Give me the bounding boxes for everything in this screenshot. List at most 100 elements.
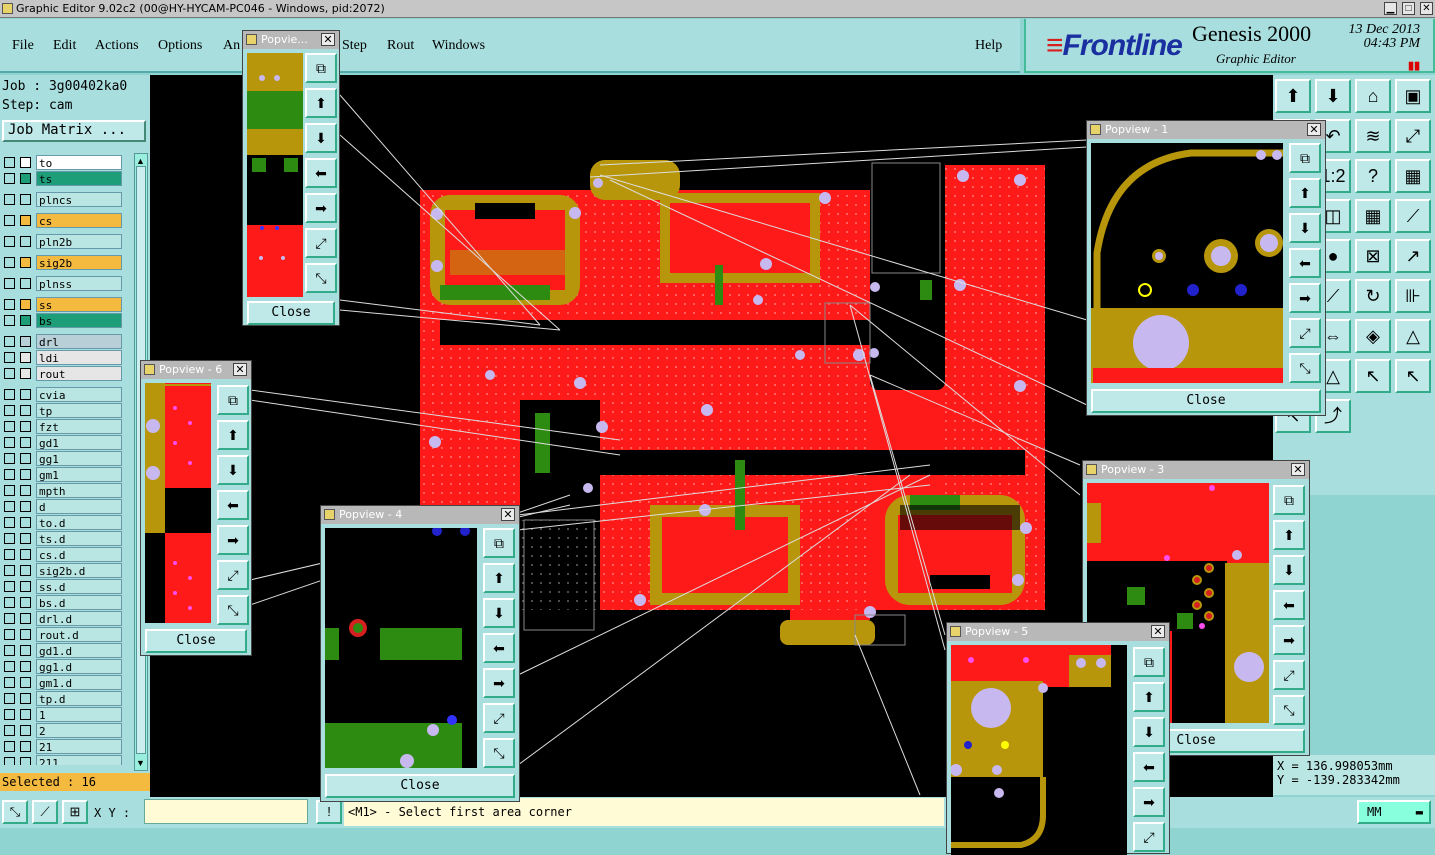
popview-zoom-out-button[interactable]: ⤡ [1273, 695, 1305, 725]
layer-board-checkbox[interactable] [4, 453, 15, 464]
popview-left-button[interactable]: ⬅ [1273, 590, 1305, 620]
menu-file[interactable]: File [12, 38, 34, 54]
units-select[interactable]: MM ▬ [1357, 800, 1431, 824]
layer-row[interactable]: cvia [2, 387, 122, 402]
popview-left-button[interactable]: ⬅ [305, 158, 337, 188]
zoom-in-icon[interactable]: ⬇ [1315, 79, 1351, 113]
layer-name[interactable]: 2 [36, 723, 122, 738]
layer-row[interactable]: rout [2, 366, 122, 381]
popview-zoom-out-button[interactable]: ⤡ [305, 263, 337, 293]
layer-name[interactable]: bs.d [36, 595, 122, 610]
popview-left-button[interactable]: ⬅ [1133, 752, 1165, 782]
popview-down-button[interactable]: ⬇ [217, 455, 249, 485]
zoom-area-icon[interactable]: ⤢ [1395, 119, 1431, 153]
popview-zoom-out-button[interactable]: ⤡ [1289, 353, 1321, 383]
popview-down-button[interactable]: ⬇ [483, 598, 515, 628]
layer-name[interactable]: pln2b [36, 234, 122, 249]
layer-name[interactable]: sig2b.d [36, 563, 122, 578]
layer-row[interactable]: gm1 [2, 467, 122, 482]
layer-row[interactable]: 2 [2, 723, 122, 738]
pointer2-icon[interactable]: ↖ [1395, 359, 1431, 393]
popview-right-button[interactable]: ➡ [305, 193, 337, 223]
popview-zoom-in-button[interactable]: ⤢ [217, 560, 249, 590]
layer-row[interactable]: fzt [2, 419, 122, 434]
layer-row[interactable]: ts [2, 171, 122, 186]
layer-name[interactable]: plncs [36, 192, 122, 207]
layer-display-checkbox[interactable] [20, 693, 31, 704]
popview-4-close-icon[interactable]: ✕ [501, 508, 515, 521]
layer-name[interactable]: gm1.d [36, 675, 122, 690]
layer-name[interactable]: ts [36, 171, 122, 186]
layer-board-checkbox[interactable] [4, 469, 15, 480]
layer-name[interactable]: mpth [36, 483, 122, 498]
layer-name[interactable]: rout [36, 366, 122, 381]
layer-row[interactable]: gm1.d [2, 675, 122, 690]
layer-row[interactable]: drl [2, 334, 122, 349]
job-matrix-button[interactable]: Job Matrix ... [2, 120, 146, 142]
pause-icon[interactable]: ▮▮ [1408, 59, 1420, 72]
layer-display-checkbox[interactable] [20, 709, 31, 720]
layer-row[interactable]: gg1 [2, 451, 122, 466]
layer-name[interactable]: gg1.d [36, 659, 122, 674]
layer-board-checkbox[interactable] [4, 549, 15, 560]
menu-windows[interactable]: Windows [432, 38, 485, 54]
layer-board-checkbox[interactable] [4, 389, 15, 400]
layer-row[interactable]: mpth [2, 483, 122, 498]
layer-name[interactable]: rout.d [36, 627, 122, 642]
popview-up-button[interactable]: ⬆ [1289, 178, 1321, 208]
layer-row[interactable]: cs.d [2, 547, 122, 562]
warning-button[interactable]: ! [316, 800, 342, 824]
layer-display-checkbox[interactable] [20, 757, 31, 765]
layer-row[interactable]: 21 [2, 739, 122, 754]
layer-name[interactable]: sig2b [36, 255, 122, 270]
layer-name[interactable]: tp.d [36, 691, 122, 706]
layer-name[interactable]: ss [36, 297, 122, 312]
layer-name[interactable]: d [36, 499, 122, 514]
layer-name[interactable]: gd1.d [36, 643, 122, 658]
close-icon[interactable]: ✕ [1420, 2, 1433, 15]
layer-row[interactable]: ss [2, 297, 122, 312]
layer-board-checkbox[interactable] [4, 215, 15, 226]
layer-name[interactable]: to.d [36, 515, 122, 530]
layer-row[interactable]: 211 [2, 755, 122, 765]
layer-row[interactable]: to [2, 155, 122, 170]
layer-board-checkbox[interactable] [4, 725, 15, 736]
layer-name[interactable]: gg1 [36, 451, 122, 466]
layer-name[interactable]: bs [36, 313, 122, 328]
layer-name[interactable]: fzt [36, 419, 122, 434]
popview-zoom-in-button[interactable]: ⤢ [305, 228, 337, 258]
layer-board-checkbox[interactable] [4, 757, 15, 765]
arc-icon[interactable]: ↻ [1355, 279, 1391, 313]
split-icon[interactable]: ⊪ [1395, 279, 1431, 313]
popview-copy-button[interactable]: ⧉ [483, 528, 515, 558]
menu-edit[interactable]: Edit [53, 38, 76, 54]
layer-board-checkbox[interactable] [4, 597, 15, 608]
popview-copy-button[interactable]: ⧉ [305, 53, 337, 83]
fit-icon[interactable]: ▣ [1395, 79, 1431, 113]
popview-right-button[interactable]: ➡ [1273, 625, 1305, 655]
layer-row[interactable]: cs [2, 213, 122, 228]
popview-up-button[interactable]: ⬆ [305, 88, 337, 118]
layer-row[interactable]: gg1.d [2, 659, 122, 674]
layer-display-checkbox[interactable] [20, 437, 31, 448]
popview-copy-button[interactable]: ⧉ [1273, 485, 1305, 515]
layer-row[interactable]: bs [2, 313, 122, 328]
layer-board-checkbox[interactable] [4, 565, 15, 576]
pattern-icon[interactable]: ▦ [1355, 199, 1391, 233]
layer-display-checkbox[interactable] [20, 194, 31, 205]
layer-row[interactable]: rout.d [2, 627, 122, 642]
menu-options[interactable]: Options [158, 38, 202, 54]
layer-display-checkbox[interactable] [20, 517, 31, 528]
layer-board-checkbox[interactable] [4, 194, 15, 205]
menu-actions[interactable]: Actions [95, 38, 139, 54]
layer-board-checkbox[interactable] [4, 485, 15, 496]
layer-board-checkbox[interactable] [4, 368, 15, 379]
popview-2-close-icon[interactable]: ✕ [321, 33, 335, 46]
popview-up-button[interactable]: ⬆ [217, 420, 249, 450]
layer-display-checkbox[interactable] [20, 278, 31, 289]
layer-display-checkbox[interactable] [20, 421, 31, 432]
popview-5-view[interactable] [951, 645, 1127, 855]
layer-display-checkbox[interactable] [20, 405, 31, 416]
layer-display-checkbox[interactable] [20, 629, 31, 640]
popview-4-view[interactable] [325, 528, 477, 768]
